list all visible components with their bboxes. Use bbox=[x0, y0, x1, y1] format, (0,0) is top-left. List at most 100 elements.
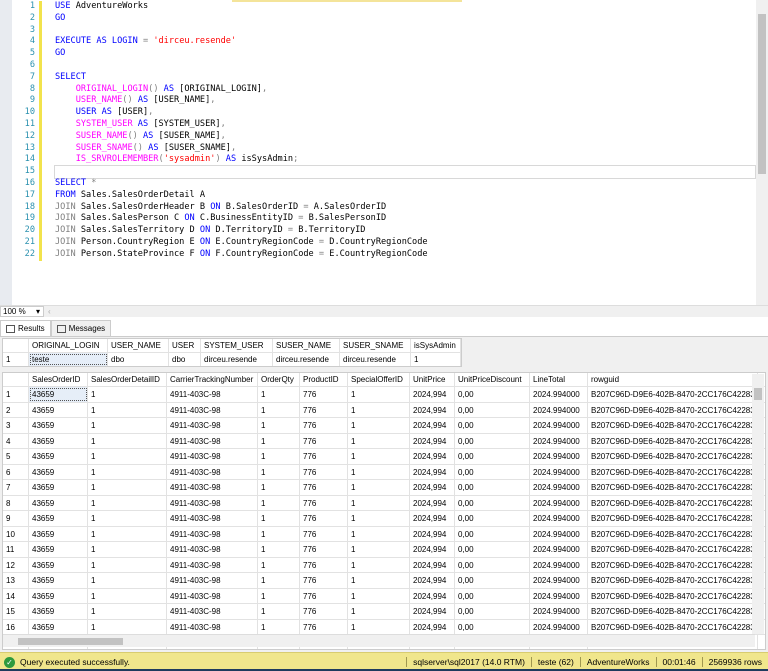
code-line[interactable]: 21 JOIN Person.CountryRegion E ON E.Count… bbox=[12, 236, 755, 249]
table-cell[interactable]: 1 bbox=[258, 402, 300, 417]
table-cell[interactable]: 1 bbox=[258, 464, 300, 479]
table-cell[interactable]: B207C96D-D9E6-402B-8470-2CC176C42283 bbox=[588, 495, 758, 510]
table-cell[interactable]: 1 bbox=[348, 619, 410, 634]
table-cell[interactable]: 2024,994 bbox=[410, 387, 455, 402]
code-line[interactable]: 5 GO bbox=[12, 48, 755, 60]
table-cell[interactable]: 0,00 bbox=[455, 573, 530, 588]
table-cell[interactable]: 2024.994000 bbox=[530, 449, 588, 464]
table-cell[interactable]: 1 bbox=[258, 418, 300, 433]
table-row[interactable]: 3 43659 1 4911-403C-98 1 776 1 2024,994 0,00 2024… bbox=[3, 418, 765, 434]
table-cell[interactable]: 0,00 bbox=[455, 464, 530, 479]
table-cell[interactable]: 1 bbox=[88, 573, 167, 588]
table-cell[interactable]: 2024.994000 bbox=[530, 464, 588, 479]
table-cell[interactable]: 1 bbox=[88, 588, 167, 603]
table-cell[interactable]: 2024,994 bbox=[410, 464, 455, 479]
table-cell[interactable]: 2024.994000 bbox=[530, 433, 588, 448]
table-cell[interactable]: 4911-403C-98 bbox=[167, 542, 258, 557]
table-cell[interactable]: B207C96D-D9E6-402B-8470-2CC176C42283 bbox=[588, 619, 758, 634]
column-header[interactable]: UnitPrice bbox=[410, 373, 455, 386]
table-cell[interactable]: 1 bbox=[258, 542, 300, 557]
row-number[interactable]: 11 bbox=[3, 542, 29, 557]
table-cell[interactable]: 43659 bbox=[29, 480, 88, 495]
code-line[interactable]: 16 SELECT * bbox=[12, 177, 755, 190]
table-cell[interactable]: 1 bbox=[258, 480, 300, 495]
table-cell[interactable]: 2024.994000 bbox=[530, 402, 588, 417]
code-line[interactable]: 20 JOIN Sales.SalesTerritory D ON D.Terri… bbox=[12, 225, 755, 237]
column-header[interactable]: SalesOrderDetailID bbox=[88, 373, 167, 386]
code-line[interactable]: 22 JOIN Person.StateProvince F ON F.Count… bbox=[12, 248, 755, 261]
table-cell[interactable]: 4911-403C-98 bbox=[167, 557, 258, 572]
table-cell[interactable]: 2024,994 bbox=[410, 557, 455, 572]
table-cell[interactable]: 2024.994000 bbox=[530, 495, 588, 510]
table-cell[interactable]: 776 bbox=[300, 588, 348, 603]
table-cell[interactable]: 0,00 bbox=[455, 511, 530, 526]
code-line[interactable]: 2 GO bbox=[12, 12, 755, 25]
table-cell[interactable]: 2024.994000 bbox=[530, 511, 588, 526]
table-row[interactable]: 8 43659 1 4911-403C-98 1 776 1 2024,994 0,00 2024… bbox=[3, 495, 765, 511]
row-number[interactable]: 1 bbox=[3, 353, 29, 366]
code-line[interactable]: 17 FROM Sales.SalesOrderDetail A bbox=[12, 189, 755, 202]
table-cell[interactable]: 2024,994 bbox=[410, 526, 455, 541]
table-cell[interactable]: 4911-403C-98 bbox=[167, 480, 258, 495]
table-cell[interactable]: 1 bbox=[348, 557, 410, 572]
table-cell[interactable]: 2024.994000 bbox=[530, 588, 588, 603]
column-header[interactable]: SUSER_NAME bbox=[273, 339, 340, 352]
code-line[interactable]: 7 SELECT bbox=[12, 71, 755, 84]
table-cell[interactable]: 2024,994 bbox=[410, 418, 455, 433]
table-cell[interactable]: 1 bbox=[88, 387, 167, 402]
table-cell[interactable]: 1 bbox=[258, 573, 300, 588]
table-cell[interactable]: 0,00 bbox=[455, 387, 530, 402]
table-cell[interactable]: 1 bbox=[348, 511, 410, 526]
table-cell[interactable]: teste bbox=[29, 353, 108, 366]
table-cell[interactable]: 776 bbox=[300, 511, 348, 526]
table-cell[interactable]: 2024.994000 bbox=[530, 619, 588, 634]
table-cell[interactable]: 0,00 bbox=[455, 588, 530, 603]
code-line[interactable]: 8 ORIGINAL_LOGIN() AS [ORIGINAL_LOGIN], bbox=[12, 83, 755, 96]
grid-vertical-scrollbar[interactable] bbox=[752, 374, 764, 634]
table-cell[interactable]: 43659 bbox=[29, 619, 88, 634]
table-cell[interactable]: 2024,994 bbox=[410, 449, 455, 464]
table-cell[interactable]: 4911-403C-98 bbox=[167, 619, 258, 634]
column-header[interactable]: SUSER_SNAME bbox=[340, 339, 411, 352]
table-cell[interactable]: B207C96D-D9E6-402B-8470-2CC176C42283 bbox=[588, 464, 758, 479]
table-cell[interactable]: B207C96D-D9E6-402B-8470-2CC176C42283 bbox=[588, 418, 758, 433]
code-line[interactable]: 9 USER_NAME() AS [USER_NAME], bbox=[12, 95, 755, 108]
code-line[interactable]: 12 SUSER_NAME() AS [SUSER_NAME], bbox=[12, 130, 755, 143]
table-cell[interactable]: 0,00 bbox=[455, 433, 530, 448]
table-cell[interactable]: 2024,994 bbox=[410, 573, 455, 588]
column-header[interactable]: LineTotal bbox=[530, 373, 588, 386]
table-cell[interactable]: B207C96D-D9E6-402B-8470-2CC176C42283 bbox=[588, 573, 758, 588]
table-cell[interactable]: 0,00 bbox=[455, 604, 530, 619]
table-cell[interactable]: 776 bbox=[300, 619, 348, 634]
code-line[interactable]: 3 bbox=[12, 24, 755, 37]
table-cell[interactable]: 1 bbox=[348, 573, 410, 588]
table-cell[interactable]: 2024.994000 bbox=[530, 557, 588, 572]
table-cell[interactable]: 1 bbox=[258, 557, 300, 572]
table-cell[interactable]: 4911-403C-98 bbox=[167, 495, 258, 510]
column-header[interactable]: ORIGINAL_LOGIN bbox=[29, 339, 108, 352]
table-cell[interactable]: 2024.994000 bbox=[530, 604, 588, 619]
table-cell[interactable]: 1 bbox=[88, 480, 167, 495]
column-header[interactable]: OrderQty bbox=[258, 373, 300, 386]
table-cell[interactable]: 1 bbox=[88, 402, 167, 417]
column-header[interactable]: isSysAdmin bbox=[411, 339, 461, 352]
table-cell[interactable]: 0,00 bbox=[455, 526, 530, 541]
table-cell[interactable]: B207C96D-D9E6-402B-8470-2CC176C42283 bbox=[588, 433, 758, 448]
table-cell[interactable]: 1 bbox=[258, 449, 300, 464]
table-cell[interactable]: 43659 bbox=[29, 402, 88, 417]
row-number[interactable]: 12 bbox=[3, 557, 29, 572]
table-cell[interactable]: B207C96D-D9E6-402B-8470-2CC176C42283 bbox=[588, 542, 758, 557]
sales-grid[interactable]: SalesOrderID SalesOrderDetailID CarrierTra… bbox=[2, 372, 766, 650]
code-line[interactable]: 14 IS_SRVROLEMEMBER('sysadmin') AS isSys… bbox=[12, 154, 755, 167]
table-cell[interactable]: dirceu.resende bbox=[340, 353, 411, 366]
table-cell[interactable]: 1 bbox=[348, 526, 410, 541]
table-cell[interactable]: 4911-403C-98 bbox=[167, 449, 258, 464]
table-cell[interactable]: 1 bbox=[88, 604, 167, 619]
row-number[interactable]: 14 bbox=[3, 588, 29, 603]
column-header[interactable]: SYSTEM_USER bbox=[201, 339, 273, 352]
table-cell[interactable]: 2024.994000 bbox=[530, 480, 588, 495]
table-cell[interactable]: 0,00 bbox=[455, 418, 530, 433]
table-cell[interactable]: dbo bbox=[108, 353, 169, 366]
zoom-select[interactable]: 100 % ▾ bbox=[0, 306, 44, 317]
table-cell[interactable]: B207C96D-D9E6-402B-8470-2CC176C42283 bbox=[588, 604, 758, 619]
